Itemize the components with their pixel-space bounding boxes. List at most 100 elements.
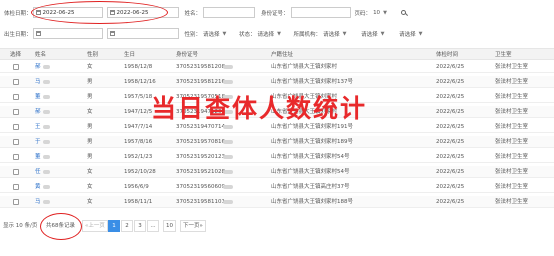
cell-id: 37052319521028 bbox=[176, 169, 225, 175]
cell-gender: 女 bbox=[87, 184, 93, 190]
cell-address: 山东省广饶县大王镇刘家村188号 bbox=[271, 199, 353, 205]
name-input[interactable] bbox=[203, 7, 256, 18]
cell-birth: 1958/11/1 bbox=[124, 199, 153, 205]
calendar-icon bbox=[109, 31, 115, 36]
cell-name[interactable]: 黄 bbox=[35, 181, 41, 193]
exam-date-start-input[interactable]: 2022-06-25 bbox=[32, 7, 103, 18]
page-size-select[interactable]: 10 ▼ bbox=[373, 7, 395, 18]
chevron-down-icon: ▼ bbox=[277, 30, 281, 37]
cell-address: 山东省广饶县大王镇刘家村54号 bbox=[271, 154, 350, 160]
cell-clinic: 张法村卫生室 bbox=[495, 64, 529, 70]
filter-select-5[interactable]: 请选择 ▼ bbox=[399, 28, 429, 39]
cell-clinic: 张法村卫生室 bbox=[495, 124, 529, 130]
chevron-down-icon: ▼ bbox=[342, 30, 347, 37]
redaction-mask bbox=[43, 125, 50, 129]
table-row[interactable]: 郝 女 1958/12/8 37052319581208 山东省广饶县大王镇刘家村 202… bbox=[0, 61, 554, 73]
row-checkbox[interactable] bbox=[13, 199, 19, 205]
cell-id: 37052319581208 bbox=[176, 64, 225, 70]
page-button-3[interactable]: 3 bbox=[134, 220, 146, 232]
table-row[interactable]: 马 女 1958/11/1 37052319581101 山东省广饶县大王镇刘家村188… bbox=[0, 196, 554, 208]
row-checkbox[interactable] bbox=[13, 124, 19, 130]
filter-bar: 体检日期： 2022-06-25 2022-06-25 姓名： 身份证号： 页码… bbox=[0, 0, 554, 42]
exam-date-end-input[interactable]: 2022-06-25 bbox=[106, 7, 179, 18]
cell-gender: 女 bbox=[87, 169, 93, 175]
cell-name[interactable]: 郝 bbox=[35, 106, 41, 118]
name-label: 姓名： bbox=[184, 10, 202, 17]
cell-exam-time: 2022/6/25 bbox=[436, 124, 465, 130]
redaction-mask bbox=[223, 200, 233, 204]
gender-select[interactable]: 请选择 ▼ bbox=[203, 28, 233, 39]
redaction-mask bbox=[43, 170, 50, 174]
page-button-10[interactable]: 10 bbox=[163, 220, 176, 232]
status-label: 状态： bbox=[239, 31, 256, 38]
cell-id: 37052319581216 bbox=[176, 79, 225, 85]
table-row[interactable]: 黄 女 1956/6/9 37052319560609 山东省广饶县大王镇高庄村37号 2… bbox=[0, 181, 554, 193]
row-checkbox[interactable] bbox=[13, 79, 19, 85]
cell-clinic: 张法村卫生室 bbox=[495, 139, 529, 145]
cell-address: 山东省广饶县大王镇刘家村54号 bbox=[271, 169, 350, 175]
table-row[interactable]: 董 男 1952/1/23 37052319520123 山东省广饶县大王镇刘家村54号… bbox=[0, 151, 554, 163]
cell-birth: 1958/12/8 bbox=[124, 64, 153, 70]
row-checkbox[interactable] bbox=[13, 139, 19, 145]
row-checkbox[interactable] bbox=[13, 94, 19, 100]
cell-exam-time: 2022/6/25 bbox=[436, 199, 465, 205]
org-select[interactable]: 请选择 ▼ bbox=[323, 28, 353, 39]
cell-name[interactable]: 王 bbox=[35, 121, 41, 133]
cell-name[interactable]: 马 bbox=[35, 196, 41, 208]
filter-row-1: 体检日期： 2022-06-25 2022-06-25 姓名： 身份证号： 页码… bbox=[4, 6, 408, 19]
exam-date-label: 体检日期： bbox=[4, 10, 32, 17]
row-checkbox[interactable] bbox=[13, 109, 19, 115]
next-page-button[interactable]: 下一页» bbox=[180, 220, 206, 232]
overlay-caption: 当日查体人数统计 bbox=[151, 94, 368, 123]
cell-exam-time: 2022/6/25 bbox=[436, 184, 465, 190]
search-icon bbox=[401, 10, 407, 15]
cell-name[interactable]: 董 bbox=[35, 151, 41, 163]
cell-name[interactable]: 于 bbox=[35, 136, 41, 148]
calendar-icon bbox=[109, 10, 115, 15]
redaction-mask bbox=[43, 140, 50, 144]
id-number-label: 身份证号： bbox=[261, 10, 289, 17]
page-button-1[interactable]: 1 bbox=[108, 220, 120, 232]
status-select[interactable]: 请选择 ▼ bbox=[258, 28, 288, 39]
cell-birth: 1956/6/9 bbox=[124, 184, 149, 190]
birth-date-label: 出生日期： bbox=[4, 31, 32, 38]
prev-page-button[interactable]: «上一页 bbox=[82, 220, 108, 232]
chevron-down-icon: ▼ bbox=[383, 9, 387, 16]
redaction-mask bbox=[223, 80, 233, 84]
calendar-icon bbox=[35, 31, 41, 36]
gender-label: 性别： bbox=[184, 31, 202, 38]
id-number-input[interactable] bbox=[290, 7, 351, 18]
table-row[interactable]: 马 男 1958/12/16 37052319581216 山东省广饶县大王镇刘家村13… bbox=[0, 76, 554, 88]
birth-date-start-input[interactable] bbox=[32, 28, 103, 39]
page-button-2[interactable]: 2 bbox=[121, 220, 133, 232]
cell-name[interactable]: 马 bbox=[35, 76, 41, 88]
col-birth: 生日 bbox=[124, 52, 136, 58]
row-checkbox[interactable] bbox=[13, 154, 19, 160]
cell-name[interactable]: 任 bbox=[35, 166, 41, 178]
filter-select-4[interactable]: 请选择 ▼ bbox=[361, 28, 391, 39]
cell-gender: 女 bbox=[87, 109, 93, 115]
chevron-down-icon: ▼ bbox=[222, 30, 227, 37]
cell-name[interactable]: 董 bbox=[35, 91, 41, 103]
redaction-mask bbox=[223, 155, 233, 159]
table-row[interactable]: 任 女 1952/10/28 37052319521028 山东省广饶县大王镇刘家村54… bbox=[0, 166, 554, 178]
row-checkbox[interactable] bbox=[13, 184, 19, 190]
cell-address: 山东省广饶县大王镇刘家村 bbox=[271, 64, 338, 70]
cell-clinic: 张法村卫生室 bbox=[495, 109, 529, 115]
cell-clinic: 张法村卫生室 bbox=[495, 184, 529, 190]
row-checkbox[interactable] bbox=[13, 64, 19, 70]
cell-birth: 1947/7/14 bbox=[124, 124, 153, 130]
redaction-mask bbox=[43, 110, 50, 114]
calendar-icon bbox=[35, 10, 41, 15]
table-row[interactable]: 于 男 1957/8/16 37052319570816 山东省广饶县大王镇刘家村189… bbox=[0, 136, 554, 148]
cell-name[interactable]: 郝 bbox=[35, 61, 41, 73]
redaction-mask bbox=[43, 80, 50, 84]
cell-birth: 1947/12/5 bbox=[124, 109, 153, 115]
birth-date-end-input[interactable] bbox=[106, 28, 179, 39]
org-label: 所属机构： bbox=[293, 31, 322, 38]
redaction-mask bbox=[223, 185, 233, 189]
row-checkbox[interactable] bbox=[13, 169, 19, 175]
cell-gender: 男 bbox=[87, 139, 93, 145]
cell-address: 山东省广饶县大王镇刘家村189号 bbox=[271, 139, 353, 145]
search-button[interactable] bbox=[399, 8, 408, 17]
